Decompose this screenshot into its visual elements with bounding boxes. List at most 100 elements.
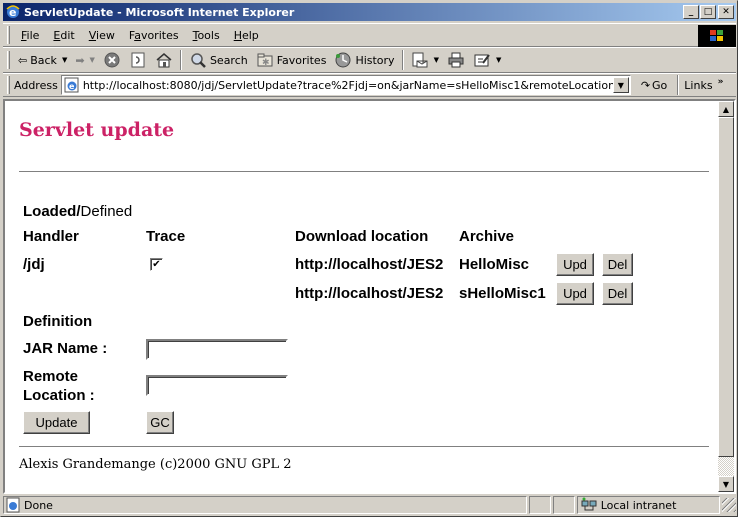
edit-button[interactable]: ▼ [469,49,505,71]
refresh-button[interactable] [125,49,151,71]
trace-header: Trace [146,228,186,245]
close-icon: ✕ [722,7,730,17]
menu-bar: File Edit View Favorites Tools Help [3,23,736,47]
menu-favorites[interactable]: Favorites [122,27,186,44]
address-input[interactable]: e http://localhost:8080/jdj/ServletUpdat… [60,75,631,95]
close-button[interactable]: ✕ [718,5,734,19]
home-icon [156,53,172,68]
trace-checkbox[interactable]: ✔ [150,258,163,271]
svg-text:e: e [9,6,16,19]
ie-page-icon: e [64,77,79,93]
favorites-button[interactable]: ✱ Favorites [252,49,331,71]
archive-location: http://localhost/JES2 [295,256,444,273]
address-dropdown-button[interactable]: ▼ [612,77,629,93]
go-button[interactable]: ↷ Go [641,79,667,92]
zone-text: Local intranet [600,498,677,512]
remote-location-input[interactable] [146,375,288,396]
menu-tools[interactable]: Tools [186,27,227,44]
forward-dropdown-icon[interactable]: ▼ [90,56,95,64]
status-bar: Done Local intranet [3,495,736,515]
browser-window: e ServletUpdate - Microsoft Internet Exp… [0,0,738,517]
archive-header: Archive [459,228,515,245]
address-url: http://localhost:8080/jdj/ServletUpdate?… [82,78,613,92]
jar-name-label: JAR Name : [23,340,108,357]
forward-button[interactable]: ➡ ▼ [71,49,99,71]
print-button[interactable] [443,49,469,71]
refresh-icon [131,52,145,68]
delete-archive-button[interactable]: Del [602,253,633,276]
resize-grip[interactable] [722,498,736,512]
forward-arrow-icon: ➡ [75,53,85,67]
vertical-scrollbar[interactable]: ▲ ▼ [718,101,734,492]
horizontal-rule [19,446,709,448]
page-content: Servlet update Loaded/Defined Handler Tr… [5,101,718,492]
toolbar-grip[interactable] [7,76,10,94]
remote-location-label-line1: Remote [23,368,79,385]
home-button[interactable] [151,49,177,71]
status-pane: Done [3,496,528,514]
status-pane-empty [529,496,551,514]
history-button[interactable]: History [330,49,398,71]
minimize-icon: _ [688,7,694,17]
stop-button[interactable] [99,49,125,71]
chevron-down-icon: ▼ [617,80,624,90]
window-title: ServletUpdate - Microsoft Internet Explo… [24,5,295,19]
menu-help[interactable]: Help [227,27,266,44]
download-location-header: Download location [295,228,429,245]
archive-name: HelloMisc [459,256,530,273]
svg-text:✱: ✱ [262,58,270,68]
back-button[interactable]: ⇦ Back ▼ [14,49,71,71]
status-pane-empty [552,496,575,514]
svg-text:e: e [69,82,75,91]
toolbar-grip[interactable] [7,26,10,44]
title-bar: e ServletUpdate - Microsoft Internet Exp… [3,3,736,21]
history-icon [335,52,351,68]
loaded-defined-heading: Loaded/Defined [23,203,133,220]
update-archive-button[interactable]: Upd [556,282,594,305]
minimize-button[interactable]: _ [683,5,699,19]
arrow-down-icon: ▼ [722,479,730,489]
gc-button[interactable]: GC [146,411,174,434]
update-archive-button[interactable]: Upd [556,253,594,276]
horizontal-rule [19,171,709,173]
address-label: Address [14,78,58,92]
status-text: Done [24,498,53,512]
toolbar-separator [677,75,680,95]
ie-logo-icon: e [6,5,20,19]
mail-button[interactable]: ▼ [407,49,443,71]
printer-icon [448,52,464,68]
arrow-up-icon: ▲ [722,104,730,114]
chevron-right-double-icon: » [717,77,724,87]
scroll-down-button[interactable]: ▼ [718,476,734,492]
stop-icon [104,52,120,68]
scroll-thumb[interactable] [718,117,734,457]
go-arrow-icon: ↷ [640,78,651,92]
search-button[interactable]: Search [185,49,252,71]
archive-location: http://localhost/JES2 [295,285,444,302]
menu-edit[interactable]: Edit [46,27,81,44]
delete-archive-button[interactable]: Del [602,282,633,305]
edit-icon [474,54,490,67]
menu-view[interactable]: View [82,27,122,44]
page-viewport: Servlet update Loaded/Defined Handler Tr… [3,99,736,494]
menu-file[interactable]: File [14,27,46,44]
mail-icon [412,52,428,68]
archive-name: sHelloMisc1 [459,285,546,302]
links-button[interactable]: Links » [684,77,724,92]
edit-dropdown-icon[interactable]: ▼ [496,56,501,64]
toolbar-separator [179,50,182,70]
maximize-button[interactable]: □ [700,5,716,19]
standard-toolbar: ⇦ Back ▼ ➡ ▼ Search ✱ Favorites History [3,47,736,73]
toolbar-grip[interactable] [7,51,10,69]
update-button[interactable]: Update [23,411,90,434]
mail-dropdown-icon[interactable]: ▼ [434,56,439,64]
back-dropdown-icon[interactable]: ▼ [62,56,67,64]
ie-page-icon [6,497,20,513]
jar-name-input[interactable] [146,339,288,360]
handler-value: /jdj [23,256,45,273]
favorites-folder-icon: ✱ [257,53,273,68]
scroll-up-button[interactable]: ▲ [718,101,734,117]
remote-location-label-line2: Location : [23,387,95,404]
windows-logo-icon [698,25,736,47]
page-title: Servlet update [19,119,175,141]
